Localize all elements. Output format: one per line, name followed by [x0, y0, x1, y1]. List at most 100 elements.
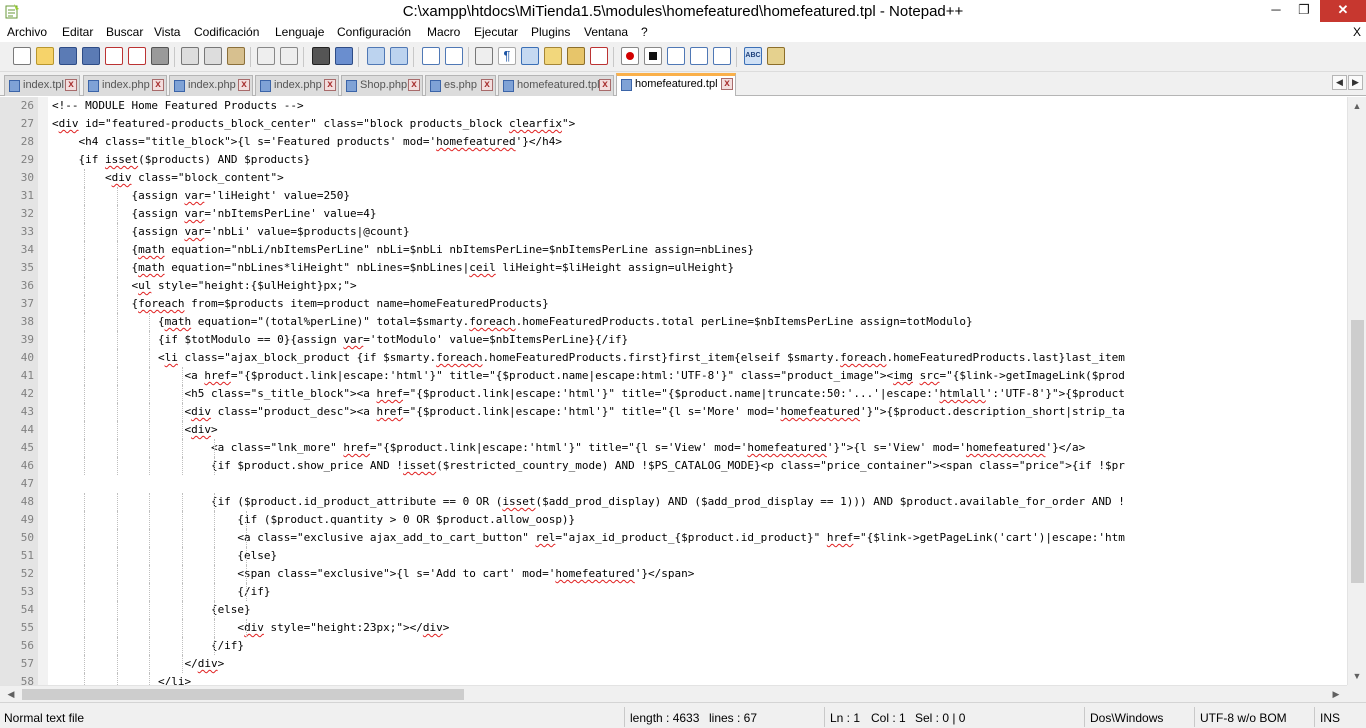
scroll-down-button[interactable]: ▼ — [1351, 670, 1363, 682]
code-line[interactable]: 50 <a class="exclusive ajax_add_to_cart_… — [0, 529, 1347, 547]
code-line[interactable]: 52 <span class="exclusive">{l s='Add to … — [0, 565, 1347, 583]
open-file-icon[interactable] — [36, 47, 54, 65]
vertical-scroll-thumb[interactable] — [1351, 320, 1364, 583]
replace-icon[interactable] — [335, 47, 353, 65]
code-line[interactable]: 47 — [0, 475, 1347, 493]
tab-close-icon[interactable]: x — [238, 79, 250, 91]
code-area[interactable]: 26 <!-- MODULE Home Featured Products -->… — [0, 97, 1347, 685]
save-macro-icon[interactable] — [713, 47, 731, 65]
tab-index-php[interactable]: index.php x — [83, 75, 167, 96]
minimize-button[interactable]: ─ — [1262, 0, 1290, 22]
code-line[interactable]: 56 {/if} — [0, 637, 1347, 655]
undo-icon[interactable] — [257, 47, 275, 65]
horizontal-scrollbar[interactable]: ◀ ▶ — [0, 685, 1347, 702]
close-window-button[interactable]: ✕ — [1320, 0, 1366, 22]
close-icon[interactable] — [105, 47, 123, 65]
code-line[interactable]: 53 {/if} — [0, 583, 1347, 601]
code-line[interactable]: 54 {else} — [0, 601, 1347, 619]
zoom-in-icon[interactable] — [367, 47, 385, 65]
tab-index-php-2[interactable]: index.php x — [169, 75, 253, 96]
close-document-button[interactable]: X — [1353, 25, 1361, 39]
tab-close-icon[interactable]: x — [599, 79, 611, 91]
show-all-chars-icon[interactable]: ¶ — [498, 47, 516, 65]
document-map-icon[interactable] — [567, 47, 585, 65]
menu-vista[interactable]: Vista — [154, 25, 180, 39]
tab-es-php[interactable]: es.php x — [425, 75, 496, 96]
sync-vertical-icon[interactable] — [422, 47, 440, 65]
word-wrap-icon[interactable] — [475, 47, 493, 65]
copy-icon[interactable] — [204, 47, 222, 65]
tab-index-php-3[interactable]: index.php x — [255, 75, 339, 96]
indent-guide-icon[interactable] — [521, 47, 539, 65]
menu-plugins[interactable]: Plugins — [531, 25, 570, 39]
paste-icon[interactable] — [227, 47, 245, 65]
save-icon[interactable] — [59, 47, 77, 65]
code-line[interactable]: 40 <li class="ajax_block_product {if $sm… — [0, 349, 1347, 367]
tab-shop-php[interactable]: Shop.php x — [341, 75, 423, 96]
code-line[interactable]: 51 {else} — [0, 547, 1347, 565]
cut-icon[interactable] — [181, 47, 199, 65]
menu-macro[interactable]: Macro — [427, 25, 460, 39]
horizontal-scroll-thumb[interactable] — [22, 689, 464, 700]
menu-ventana[interactable]: Ventana — [584, 25, 628, 39]
menu-buscar[interactable]: Buscar — [106, 25, 143, 39]
play-macro-icon[interactable] — [667, 47, 685, 65]
code-line[interactable]: 28 <h4 class="title_block">{l s='Feature… — [0, 133, 1347, 151]
scroll-right-button[interactable]: ▶ — [1330, 688, 1342, 700]
user-language-icon[interactable] — [544, 47, 562, 65]
code-line[interactable]: 42 <h5 class="s_title_block"><a href="{$… — [0, 385, 1347, 403]
tab-close-icon[interactable]: x — [324, 79, 336, 91]
redo-icon[interactable] — [280, 47, 298, 65]
zoom-out-icon[interactable] — [390, 47, 408, 65]
code-line[interactable]: 37 {foreach from=$products item=product … — [0, 295, 1347, 313]
new-file-icon[interactable] — [13, 47, 31, 65]
menu-ejecutar[interactable]: Ejecutar — [474, 25, 518, 39]
scroll-up-button[interactable]: ▲ — [1351, 100, 1363, 112]
tab-index-tpl[interactable]: index.tpl x — [4, 75, 80, 96]
menu-archivo[interactable]: Archivo — [7, 25, 47, 39]
spell-check-icon[interactable]: ABC — [744, 47, 762, 65]
menu-configuracion[interactable]: Configuración — [337, 25, 411, 39]
tab-scroll-right-button[interactable]: ▶ — [1348, 75, 1363, 90]
maximize-button[interactable]: ❐ — [1290, 0, 1318, 22]
clipboard-icon[interactable] — [767, 47, 785, 65]
code-line[interactable]: 35 {math equation="nbLines*liHeight" nbL… — [0, 259, 1347, 277]
code-line[interactable]: 32 {assign var='nbItemsPerLine' value=4} — [0, 205, 1347, 223]
code-line[interactable]: 41 <a href="{$product.link|escape:'html'… — [0, 367, 1347, 385]
code-line[interactable]: 45 <a class="lnk_more" href="{$product.l… — [0, 439, 1347, 457]
record-macro-icon[interactable] — [621, 47, 639, 65]
code-line[interactable]: 44 <div> — [0, 421, 1347, 439]
code-line[interactable]: 49 {if ($product.quantity > 0 OR $produc… — [0, 511, 1347, 529]
code-line[interactable]: 39 {if $totModulo == 0}{assign var='totM… — [0, 331, 1347, 349]
code-line[interactable]: 55 <div style="height:23px;"></div> — [0, 619, 1347, 637]
save-all-icon[interactable] — [82, 47, 100, 65]
function-list-icon[interactable] — [590, 47, 608, 65]
tab-close-icon[interactable]: x — [65, 79, 77, 91]
close-all-icon[interactable] — [128, 47, 146, 65]
run-macro-multiple-icon[interactable] — [690, 47, 708, 65]
code-line[interactable]: 57 </div> — [0, 655, 1347, 673]
code-line[interactable]: 27 <div id="featured-products_block_cente… — [0, 115, 1347, 133]
code-line[interactable]: 29 {if isset($products) AND $products} — [0, 151, 1347, 169]
tab-homefeatured-tpl-active[interactable]: homefeatured.tpl x — [616, 73, 736, 96]
code-line[interactable]: 38 {math equation="(total%perLine)" tota… — [0, 313, 1347, 331]
code-line[interactable]: 58 </li> — [0, 673, 1347, 685]
code-line[interactable]: 33 {assign var='nbLi' value=$products|@c… — [0, 223, 1347, 241]
tab-close-icon[interactable]: x — [721, 78, 733, 90]
tab-close-icon[interactable]: x — [408, 79, 420, 91]
print-icon[interactable] — [151, 47, 169, 65]
editor[interactable]: 26 <!-- MODULE Home Featured Products -->… — [0, 97, 1366, 685]
code-line[interactable]: 34 {math equation="nbLi/nbItemsPerLine" … — [0, 241, 1347, 259]
tab-homefeatured-tpl[interactable]: homefeatured.tpl x — [498, 75, 614, 96]
menu-help[interactable]: ? — [641, 25, 648, 39]
code-line[interactable]: 30 <div class="block_content"> — [0, 169, 1347, 187]
code-line[interactable]: 26 <!-- MODULE Home Featured Products --> — [0, 97, 1347, 115]
code-line[interactable]: 48 {if ($product.id_product_attribute ==… — [0, 493, 1347, 511]
tab-close-icon[interactable]: x — [152, 79, 164, 91]
menu-codificacion[interactable]: Codificación — [194, 25, 259, 39]
stop-record-icon[interactable] — [644, 47, 662, 65]
find-icon[interactable] — [312, 47, 330, 65]
code-line[interactable]: 31 {assign var='liHeight' value=250} — [0, 187, 1347, 205]
scroll-left-button[interactable]: ◀ — [5, 688, 17, 700]
code-line[interactable]: 36 <ul style="height:{$ulHeight}px;"> — [0, 277, 1347, 295]
